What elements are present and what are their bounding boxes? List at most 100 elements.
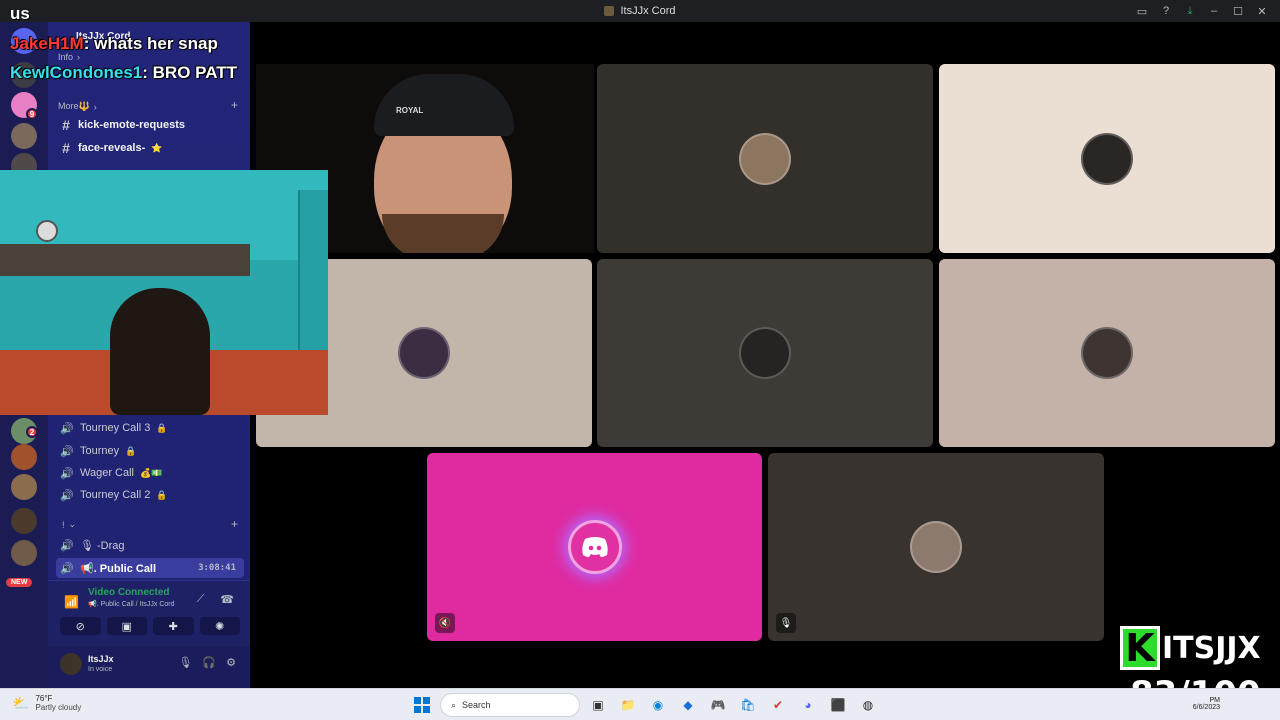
cap-text: ROYAL [396, 106, 424, 115]
app-icon[interactable]: 🎮 [706, 693, 730, 717]
window-controls: ▭ ? ⤓ – ☐ ✕ [1130, 0, 1274, 22]
avatar[interactable] [60, 653, 82, 675]
video-tile[interactable]: 🎙 [768, 453, 1104, 641]
epic-games-icon[interactable]: ⬛ [826, 693, 850, 717]
server-icon[interactable] [11, 474, 37, 500]
video-tile[interactable]: 🔇 [427, 453, 762, 641]
user-panel: ItsJJx In voice 🎙 🎧 ⚙ [48, 646, 250, 688]
screen-share-button[interactable]: ▣ [106, 617, 147, 635]
edge-icon[interactable]: ◉ [646, 693, 670, 717]
overlay-chat-line: JakeH1M: whats her snap [10, 34, 218, 54]
channel-kick-emote-requests[interactable]: # kick-emote-requests [56, 115, 244, 135]
inbox-icon[interactable]: ▭ [1130, 0, 1154, 22]
voice-channel-public-call[interactable]: 🔊 📢. Public Call 3:08:41 [56, 558, 244, 578]
brand-logo: K ITSJJX [1120, 626, 1276, 670]
channel-face-reveals[interactable]: # face-reveals- ⭐ [56, 138, 244, 158]
category-label: ! [62, 519, 65, 530]
minimize-icon[interactable]: – [1202, 0, 1226, 22]
title-bar: ItsJJx Cord ▭ ? ⤓ – ☐ ✕ [0, 0, 1280, 22]
camera-off-button[interactable]: ⊘ [60, 617, 101, 635]
category-more[interactable]: More🔱 › [58, 101, 97, 112]
headphones-icon[interactable]: 🎧 [202, 656, 216, 669]
avatar [398, 327, 450, 379]
close-icon[interactable]: ✕ [1250, 0, 1274, 22]
weather-desc: Partly cloudy [35, 703, 82, 712]
voice-channel-path[interactable]: 📢. Public Call / ItsJJx Cord [88, 600, 175, 608]
server-icon[interactable] [11, 123, 37, 149]
speaker-icon: 🔊 [60, 562, 74, 575]
muted-mic-icon: 🎙 [776, 613, 796, 633]
lock-icon: 🔒 [156, 489, 168, 500]
server-icon[interactable] [11, 540, 37, 566]
video-tile[interactable] [597, 259, 933, 447]
notification-badge: 2 [26, 426, 38, 438]
add-channel-icon[interactable]: + [231, 517, 238, 531]
help-icon[interactable]: ? [1154, 0, 1178, 22]
clock-area[interactable]: PM 6/6/2023 [1193, 697, 1220, 711]
voice-channel-tourney[interactable]: 🔊 Tourney 🔒 [56, 441, 244, 461]
app-icon [604, 6, 615, 16]
voice-status[interactable]: Video Connected [88, 587, 170, 598]
voice-channel-tourney-call-2[interactable]: 🔊 Tourney Call 2 🔒 [56, 485, 244, 505]
server-icon[interactable] [11, 508, 37, 534]
channel-label: Tourney [80, 445, 120, 457]
star-icon: ⭐ [151, 142, 163, 153]
chat-username: KewlCondones1 [10, 63, 143, 82]
chat-username: JakeH1M [10, 34, 84, 53]
brand-k: K [1120, 626, 1160, 670]
weather-widget[interactable]: ⛅ 76°F Partly cloudy [12, 694, 81, 712]
channel-label: 📢. Public Call [80, 562, 157, 575]
call-duration: 3:08:41 [198, 563, 236, 573]
hash-icon: # [62, 140, 70, 156]
search-box[interactable]: ⌕ Search [440, 693, 580, 717]
chat-message: : whats her snap [83, 34, 218, 53]
maximize-icon[interactable]: ☐ [1226, 0, 1250, 22]
speaker-icon: 🔊 [60, 539, 74, 552]
lock-icon: 🔒 [125, 445, 137, 456]
channel-label: kick-emote-requests [78, 119, 185, 131]
disconnect-icon[interactable]: ☎ [220, 593, 234, 606]
app-icon[interactable]: ◆ [676, 693, 700, 717]
speaker-icon: 🔊 [60, 445, 74, 458]
channel-label: face-reveals- [78, 142, 146, 154]
avatar [739, 132, 791, 185]
window-title: ItsJJx Cord [604, 5, 676, 17]
windows-start-icon[interactable] [410, 693, 434, 717]
connection-signal-icon: 📶 [64, 595, 79, 609]
microphone-icon[interactable]: 🎙 [178, 656, 192, 669]
add-channel-icon[interactable]: + [231, 98, 238, 112]
username[interactable]: ItsJJx [88, 654, 114, 664]
voice-channel-drag[interactable]: 🔊 🎙 -Drag [56, 535, 244, 555]
discord-logo-icon [567, 520, 622, 574]
channel-label: 🎙 -Drag [80, 539, 125, 552]
settings-gear-icon[interactable]: ⚙ [226, 656, 236, 669]
webcam-person [110, 288, 210, 415]
chevron-down-icon: ⌄ [68, 519, 77, 529]
voice-channel-tourney-call-3[interactable]: 🔊 Tourney Call 3 🔒 [56, 418, 244, 438]
streamer-cap [374, 74, 514, 136]
video-tile[interactable] [939, 64, 1275, 253]
overlay-chat-line: KewlCondones1: BRO PATT [10, 63, 237, 83]
discord-taskbar-icon[interactable]: ◕ [796, 693, 820, 717]
file-explorer-icon[interactable]: 📁 [616, 693, 640, 717]
server-icon[interactable] [11, 444, 37, 470]
lock-icon: 🔒 [156, 422, 168, 433]
app-icon[interactable]: ✔ [766, 693, 790, 717]
channel-label: Wager Call [80, 467, 134, 479]
noise-suppression-icon[interactable]: ⟋ [197, 593, 205, 606]
voice-channel-wager-call[interactable]: 🔊 Wager Call 💰💵 [56, 463, 244, 483]
speaker-icon: 🔊 [60, 489, 74, 502]
category-bang[interactable]: ! ⌄ [62, 519, 76, 530]
hash-icon: # [62, 117, 70, 133]
soundboard-button[interactable]: ✺ [199, 617, 240, 635]
obs-icon[interactable]: ◍ [856, 693, 880, 717]
video-tile[interactable] [939, 259, 1275, 447]
download-icon[interactable]: ⤓ [1178, 0, 1202, 22]
task-view-icon[interactable]: ▣ [586, 693, 610, 717]
video-tile[interactable] [597, 64, 933, 253]
speaker-icon: 🔊 [60, 422, 74, 435]
clock [36, 220, 58, 242]
activities-button[interactable]: ✚ [153, 617, 194, 635]
store-icon[interactable]: 🛍 [736, 693, 760, 717]
taskbar: ⛅ 76°F Partly cloudy ⌕ Search ▣ 📁 ◉ ◆ 🎮 🛍… [0, 688, 1280, 720]
